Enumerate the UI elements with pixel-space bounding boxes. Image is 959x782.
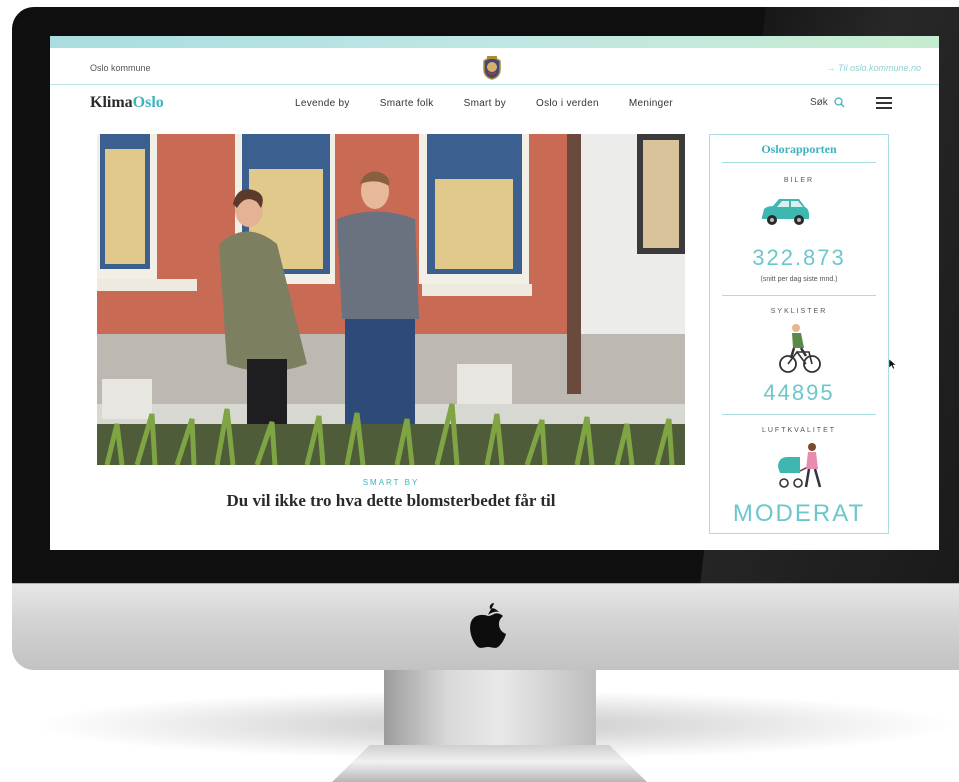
stroller-icon	[778, 443, 822, 488]
hamburger-menu-icon[interactable]	[876, 97, 892, 109]
site-logo[interactable]: KlimaOslo	[90, 94, 164, 112]
cars-label: BILER	[783, 177, 815, 184]
car-icon	[762, 199, 809, 225]
oslo-crest-icon[interactable]	[481, 54, 503, 80]
report-divider	[722, 295, 876, 296]
nav-item-levende-by[interactable]: Levende by	[295, 98, 350, 109]
search-label: Søk	[810, 97, 828, 108]
imac-mockup-scene: Oslo kommune → Til oslo.kommune.no Klima…	[0, 0, 959, 782]
nav-item-smart-by[interactable]: Smart by	[464, 98, 506, 109]
nav-item-meninger[interactable]: Meninger	[629, 98, 673, 109]
cyclists-value: 44895	[763, 380, 835, 405]
cars-note: (snitt per dag siste mnd.)	[760, 276, 838, 283]
mouse-cursor-icon	[889, 359, 896, 369]
oslorapporten-widget: Oslorapporten BILER 322.873 (snitt per d…	[709, 134, 889, 534]
nav-item-oslo-i-verden[interactable]: Oslo i verden	[536, 98, 599, 109]
municipality-bar: Oslo kommune → Til oslo.kommune.no	[50, 48, 939, 85]
report-divider	[722, 162, 876, 163]
report-title[interactable]: Oslorapporten	[710, 142, 888, 157]
top-color-band	[50, 36, 939, 48]
external-site-link[interactable]: → Til oslo.kommune.no	[827, 63, 921, 73]
monitor-stand-neck	[384, 668, 596, 750]
search-button[interactable]: Søk	[810, 97, 845, 108]
report-divider	[722, 414, 876, 415]
hero-image[interactable]	[97, 134, 685, 465]
logo-oslo: Oslo	[132, 94, 164, 111]
search-icon	[834, 97, 845, 108]
cars-value: 322.873	[752, 245, 846, 270]
cyclists-label: SYKLISTER	[770, 308, 828, 315]
apple-logo-icon	[470, 603, 506, 648]
air-quality-value: MODERAT	[732, 500, 866, 527]
article-category[interactable]: SMART BY	[97, 478, 685, 487]
cyclist-icon	[779, 324, 821, 373]
nav-item-smarte-folk[interactable]: Smarte folk	[380, 98, 434, 109]
article-headline[interactable]: Du vil ikke tro hva dette blomsterbedet …	[97, 491, 685, 511]
website-screen: Oslo kommune → Til oslo.kommune.no Klima…	[50, 36, 939, 550]
monitor-stand-base	[332, 745, 647, 782]
air-quality-label: LUFTKVALITET	[761, 427, 837, 434]
org-name[interactable]: Oslo kommune	[90, 63, 151, 73]
nav-menu: Levende by Smarte folk Smart by Oslo i v…	[295, 98, 673, 109]
main-navigation: KlimaOslo Levende by Smarte folk Smart b…	[50, 85, 939, 121]
logo-klima: Klima	[90, 94, 133, 111]
